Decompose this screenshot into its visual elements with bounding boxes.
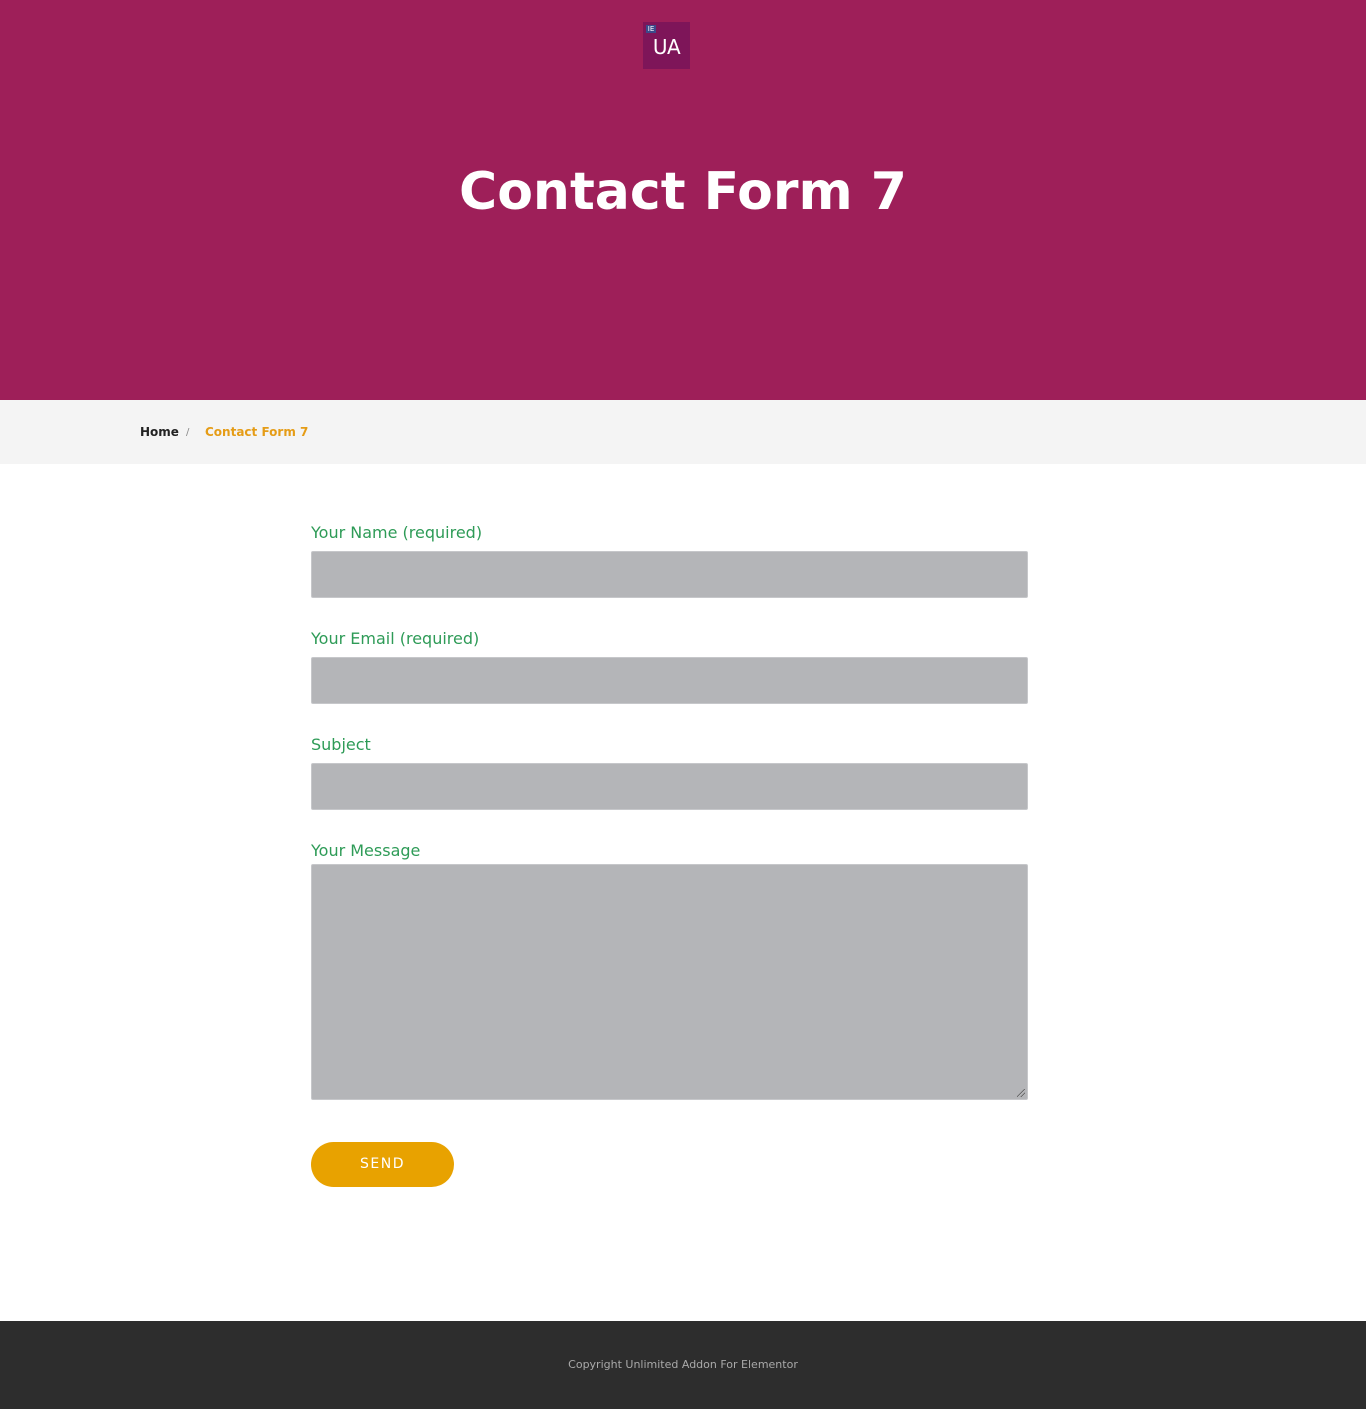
copyright-text: Copyright Unlimited Addon For Elementor (568, 1358, 798, 1371)
footer: Copyright Unlimited Addon For Elementor (0, 1321, 1366, 1409)
send-button[interactable]: SEND (311, 1142, 454, 1187)
breadcrumb: Home / Contact Form 7 (0, 400, 1366, 464)
subject-field[interactable] (311, 763, 1028, 810)
email-field[interactable] (311, 657, 1028, 704)
email-label: Your Email (required) (311, 629, 480, 648)
site-logo[interactable]: IE UA (643, 22, 690, 69)
page-title: Contact Form 7 (459, 162, 907, 222)
message-label: Your Message (311, 841, 421, 860)
hero-banner: IE UA Contact Form 7 (0, 0, 1366, 400)
resize-handle-icon[interactable] (1017, 1089, 1025, 1097)
breadcrumb-current: Contact Form 7 (205, 425, 309, 439)
elementor-badge-icon: IE (646, 25, 656, 33)
breadcrumb-home-link[interactable]: Home (140, 424, 179, 440)
name-field[interactable] (311, 551, 1028, 598)
message-textarea[interactable] (311, 864, 1028, 1100)
breadcrumb-separator: / (186, 427, 190, 438)
logo-text: UA (652, 35, 681, 59)
name-label: Your Name (required) (311, 523, 483, 542)
subject-label: Subject (311, 735, 371, 754)
